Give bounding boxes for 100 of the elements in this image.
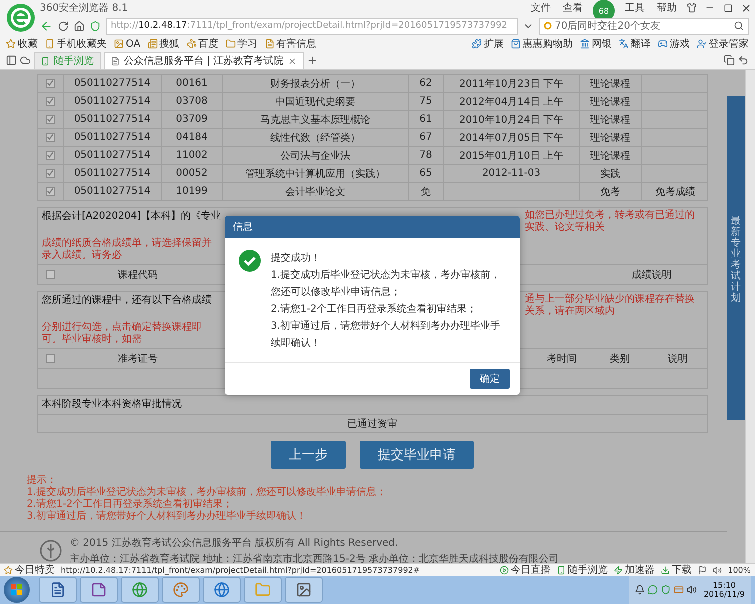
ok-button[interactable]: 确定 xyxy=(470,369,510,389)
action-button[interactable]: 上一步 xyxy=(271,441,346,469)
table-cell-text: 中国近现代史纲要 xyxy=(276,96,356,108)
dialog-text: 1.提交成功后毕业登记状态为未审核，考办审核前，您还可以修改毕业申请信息； xyxy=(271,268,501,300)
volume-icon[interactable] xyxy=(713,566,722,574)
check-icon xyxy=(239,250,261,272)
table-cell: 050110277514 xyxy=(74,114,151,125)
table-cell-text: 2010年10月24日 下午 xyxy=(459,114,564,126)
toolbar-item[interactable]: 游戏 xyxy=(658,37,690,51)
lightning-icon xyxy=(614,566,624,574)
bookmark-link[interactable]: 手机收藏夹 xyxy=(45,37,107,51)
status-link[interactable]: 随手浏览 xyxy=(557,563,608,577)
bookmark-link[interactable]: 收藏 xyxy=(6,37,38,51)
section-title: 根据会计[A2020204]【本科】的《专业 xyxy=(42,210,222,224)
taskbar-button[interactable] xyxy=(121,577,159,603)
checkbox[interactable] xyxy=(46,115,55,124)
globe-icon xyxy=(214,582,230,598)
back-icon[interactable] xyxy=(40,20,53,32)
side-tab[interactable]: 最新专业考试计划 xyxy=(727,96,745,420)
bell-icon[interactable] xyxy=(634,585,645,595)
tip-text: 3.初审通过后，请您带好个人材料到考办办理毕业手续即确认！ xyxy=(27,511,308,523)
checkbox[interactable] xyxy=(46,97,55,106)
browser-logo-icon xyxy=(6,3,36,33)
taskbar-button[interactable] xyxy=(285,577,323,603)
checkbox[interactable] xyxy=(46,354,55,363)
taskbar-button[interactable] xyxy=(80,577,118,603)
status-link[interactable]: 今日特卖 xyxy=(4,563,55,577)
status-link[interactable]: 加速器 xyxy=(614,563,656,577)
undo-icon[interactable] xyxy=(738,55,749,66)
refresh-icon[interactable] xyxy=(58,20,69,32)
table-cell: 10199 xyxy=(176,186,208,197)
bookmark-link[interactable]: 搜狐 xyxy=(148,37,180,51)
table-cell-text: 线性代数（经管类） xyxy=(270,132,360,144)
menu-item[interactable]: 文件 xyxy=(531,1,551,15)
taskbar-button[interactable] xyxy=(162,577,200,603)
close-icon[interactable] xyxy=(288,56,297,66)
address-field[interactable]: http://10.2.48.17:7111/tpl_front/exam/projectDetail.html?prjId=2016051719573737992 xyxy=(106,18,518,34)
checkbox[interactable] xyxy=(46,270,55,279)
volume-icon[interactable] xyxy=(686,585,697,595)
checkbox[interactable] xyxy=(46,187,55,196)
checkbox[interactable] xyxy=(46,79,55,88)
menu-item[interactable]: 查看 xyxy=(563,1,583,15)
new-tab-icon[interactable] xyxy=(306,55,318,66)
table-cell-text: 2011年10月23日 下午 xyxy=(459,78,564,90)
table-cell: 04184 xyxy=(176,132,208,143)
sidebar-icon[interactable] xyxy=(6,55,17,66)
phone-icon xyxy=(557,566,566,574)
search-icon[interactable] xyxy=(734,21,744,31)
toolbar-item[interactable]: 网银 xyxy=(580,37,612,51)
bookmark-link[interactable]: OA xyxy=(114,38,141,50)
status-link[interactable]: 下载 xyxy=(661,563,692,577)
image-icon xyxy=(114,39,124,49)
dialog-text: 3.初审通过后，请您带好个人材料到考办办理毕业手续即确认！ xyxy=(271,320,501,351)
table-cell: 65 xyxy=(420,168,432,179)
cloud-icon[interactable] xyxy=(20,55,31,66)
gamepad-icon xyxy=(658,39,668,49)
action-button[interactable]: 提交毕业申请 xyxy=(360,441,474,469)
shield-icon[interactable] xyxy=(660,585,671,595)
bookmark-link[interactable]: 百度 xyxy=(186,37,219,51)
taskbar-button[interactable] xyxy=(203,577,241,603)
notice-text: 成绩的纸质合格成绩单，请选择保留并录入成绩。请务必 xyxy=(42,238,213,262)
window-title: 360安全浏览器 8.1 xyxy=(40,2,128,15)
search-field[interactable]: 70后同时交往20个女友 xyxy=(539,18,749,34)
checkbox[interactable] xyxy=(46,151,55,160)
toolbar-item[interactable]: 翻译 xyxy=(619,37,651,51)
status-link[interactable]: 今日直播 xyxy=(500,563,552,577)
circle-icon xyxy=(544,22,552,30)
bookmark-link[interactable]: 学习 xyxy=(226,37,258,51)
toolbar-item[interactable]: 扩展 xyxy=(472,37,504,51)
shield-icon xyxy=(90,20,101,32)
browser-tab[interactable]: 公众信息服务平台 | 江苏教育考试院 xyxy=(104,52,304,69)
table-cell: 61 xyxy=(420,114,432,125)
document-icon xyxy=(111,56,120,66)
taskbar-button[interactable] xyxy=(39,577,77,603)
toolbar-item[interactable]: 惠惠购物助 xyxy=(511,37,573,51)
clock-time: 15:10 xyxy=(712,581,736,590)
paw-icon xyxy=(186,39,197,49)
notice-text: 如您已办理过免考，转考或有已通过的实践、论文等相关 xyxy=(525,210,696,234)
column-header: 课程代码 xyxy=(117,268,159,282)
table-cell: 62 xyxy=(420,78,432,89)
table-cell-text: 会计毕业论文 xyxy=(286,186,346,198)
table-cell: 03708 xyxy=(176,96,208,107)
start-button[interactable] xyxy=(4,577,30,603)
star-icon xyxy=(4,566,13,574)
menu-item[interactable]: 帮助 xyxy=(657,1,677,15)
dialog-title: 信息 xyxy=(233,220,253,234)
table-cell: 78 xyxy=(420,150,432,161)
tip-text: 提示： xyxy=(27,475,58,486)
checkbox[interactable] xyxy=(46,169,55,178)
note-icon xyxy=(91,582,107,598)
menu-item[interactable]: 工具 xyxy=(625,1,645,15)
download-icon xyxy=(661,566,670,574)
table-cell-text: 实践 xyxy=(600,168,620,180)
home-icon[interactable] xyxy=(74,20,85,32)
bookmark-link[interactable]: 有害信息 xyxy=(264,37,317,51)
checkbox[interactable] xyxy=(46,133,55,142)
copy-icon[interactable] xyxy=(724,55,735,66)
flag-icon[interactable] xyxy=(698,566,708,574)
toolbar-item[interactable]: 登录管家 xyxy=(697,37,749,51)
scrollbar[interactable] xyxy=(745,70,755,563)
